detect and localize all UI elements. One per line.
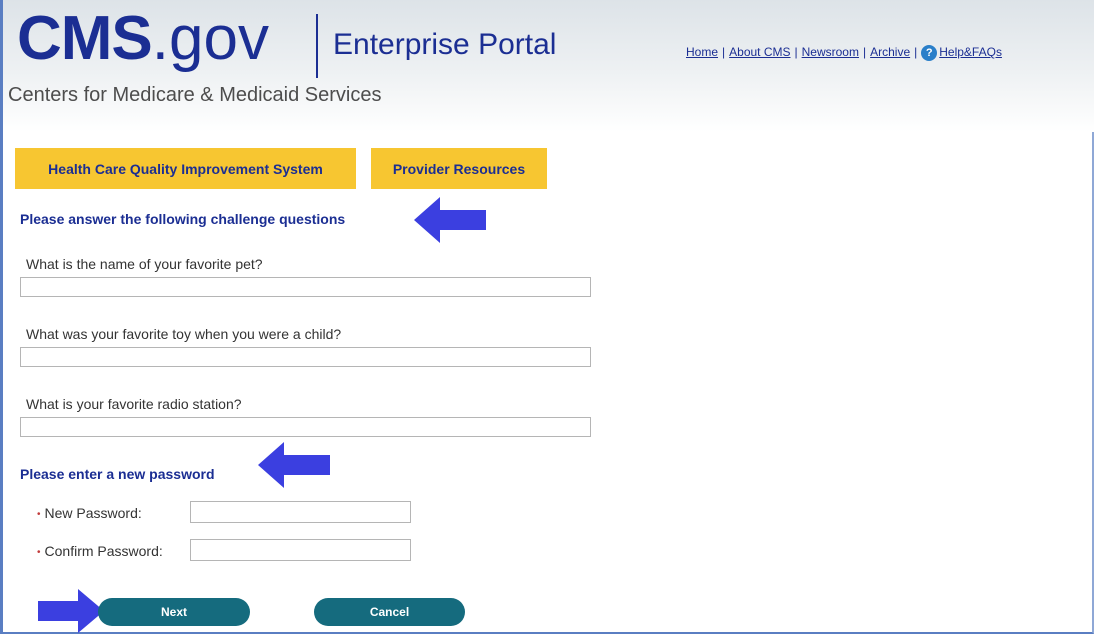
- nav-newsroom-link[interactable]: Newsroom: [802, 45, 859, 59]
- required-marker: •: [37, 508, 41, 520]
- nav-home-link[interactable]: Home: [686, 45, 718, 59]
- logo-suffix: .gov: [151, 4, 269, 73]
- nav-archive-link[interactable]: Archive: [870, 45, 910, 59]
- challenge-questions-title: Please answer the following challenge qu…: [20, 211, 346, 227]
- header: CMS.gov Enterprise Portal Centers for Me…: [3, 0, 1094, 132]
- question-2-label: What was your favorite toy when you were…: [26, 326, 342, 342]
- question-1-input[interactable]: [20, 277, 591, 297]
- question-3-input[interactable]: [20, 417, 591, 437]
- next-button[interactable]: Next: [98, 598, 250, 626]
- nav-separator: |: [722, 45, 726, 60]
- arrow-right-icon: [38, 589, 104, 633]
- cancel-button[interactable]: Cancel: [314, 598, 465, 626]
- new-password-input[interactable]: [190, 501, 411, 523]
- confirm-password-label-text: Confirm Password:: [44, 543, 163, 559]
- logo-main: CMS: [17, 4, 153, 73]
- arrow-left-icon: [414, 197, 486, 243]
- question-2-input[interactable]: [20, 347, 591, 367]
- new-password-title: Please enter a new password: [20, 466, 215, 482]
- logo-divider: [316, 14, 318, 78]
- provider-resources-button[interactable]: Provider Resources: [371, 148, 547, 189]
- cms-logo[interactable]: CMS.gov: [17, 8, 269, 70]
- question-circle-icon[interactable]: ?: [921, 45, 938, 61]
- question-3-label: What is your favorite radio station?: [26, 396, 242, 412]
- new-password-label-text: New Password:: [44, 505, 142, 521]
- nav-separator: |: [914, 45, 918, 60]
- nav-about-link[interactable]: About CMS: [729, 45, 790, 59]
- required-marker: •: [37, 546, 41, 558]
- confirm-password-input[interactable]: [190, 539, 411, 561]
- nav-help-link[interactable]: Help&FAQs: [939, 45, 1002, 59]
- new-password-label: • New Password:: [37, 505, 142, 521]
- nav-separator: |: [794, 45, 798, 60]
- portal-title: Enterprise Portal: [333, 28, 557, 61]
- tagline: Centers for Medicare & Medicaid Services: [8, 84, 382, 106]
- arrow-left-icon: [258, 442, 330, 488]
- nav-separator: |: [862, 45, 867, 60]
- hcqis-button[interactable]: Health Care Quality Improvement System: [15, 148, 356, 189]
- question-1-label: What is the name of your favorite pet?: [26, 256, 263, 272]
- top-navigation: Home | About CMS | Newsroom | Archive |? Help&FA…: [686, 45, 1002, 61]
- confirm-password-label: • Confirm Password:: [37, 543, 163, 559]
